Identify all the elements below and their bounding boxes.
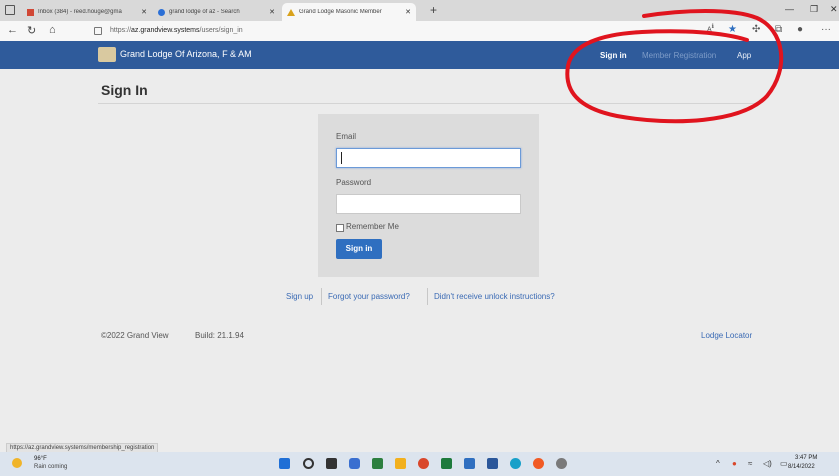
sign-in-button[interactable]: Sign in (336, 239, 382, 259)
url-host: az.grandview.systems (131, 27, 200, 34)
more-icon[interactable]: ··· (821, 24, 831, 35)
lodge-locator-link[interactable]: Lodge Locator (701, 331, 752, 340)
battery-icon[interactable]: ▭ (780, 459, 788, 468)
profile-icon[interactable]: ● (797, 24, 803, 35)
brand-link[interactable]: Grand Lodge Of Arizona, F & AM (120, 49, 252, 59)
restore-icon[interactable]: ❐ (810, 4, 818, 15)
new-tab-icon[interactable]: + (430, 3, 437, 17)
settings-icon[interactable] (556, 458, 567, 469)
sign-up-link[interactable]: Sign up (286, 292, 313, 301)
search-icon (158, 8, 165, 16)
app-icon[interactable] (533, 458, 544, 469)
clock-date[interactable]: 8/14/2022 (788, 464, 815, 470)
excel-icon[interactable] (441, 458, 452, 469)
home-icon[interactable]: ⌂ (49, 24, 56, 36)
tab-inbox[interactable]: Inbox (384) - reed.houge@gma ✕ (22, 3, 152, 21)
text-caret (341, 152, 342, 164)
back-icon[interactable]: ← (7, 24, 18, 36)
volume-icon[interactable]: ◁) (763, 459, 772, 468)
remember-me-checkbox[interactable] (336, 224, 344, 232)
remember-me-label[interactable]: Remember Me (346, 222, 399, 231)
build-text: Build: 21.1.94 (195, 331, 244, 340)
site-favicon (287, 8, 295, 16)
link-separator (321, 288, 322, 305)
red-circle-annotation (565, 9, 784, 124)
url-prefix: https:// (110, 27, 132, 34)
task-view-icon[interactable] (326, 458, 337, 469)
tab-label: grand lodge of az - Search (169, 9, 240, 15)
file-explorer-icon[interactable] (395, 458, 406, 469)
tab-label: Grand Lodge Masonic Member (299, 9, 382, 15)
widgets-icon[interactable] (372, 458, 383, 469)
clock-time[interactable]: 3:47 PM (795, 455, 817, 461)
password-label: Password (336, 178, 372, 187)
weather-icon[interactable] (12, 458, 22, 468)
tray-app-icon[interactable]: ● (732, 459, 737, 468)
close-icon[interactable]: ✕ (269, 8, 275, 16)
masonic-logo-icon (98, 47, 116, 62)
tab-search[interactable]: grand lodge of az - Search ✕ (153, 3, 280, 21)
wifi-icon[interactable]: ≈ (748, 459, 752, 468)
forgot-password-link[interactable]: Forgot your password? (328, 292, 410, 301)
page-title: Sign In (101, 82, 148, 98)
word-icon[interactable] (487, 458, 498, 469)
copyright-text: ©2022 Grand View (101, 331, 169, 340)
close-icon[interactable]: ✕ (405, 8, 411, 16)
tab-grand-lodge[interactable]: Grand Lodge Masonic Member ✕ (282, 3, 416, 21)
windows-taskbar: 96°F Rain coming ^ ● ≈ ◁) ▭ 3:47 PM 8/14… (0, 452, 839, 476)
tab-label: Inbox (384) - reed.houge@gma (38, 9, 122, 15)
tab-actions-icon[interactable] (5, 5, 15, 15)
close-window-icon[interactable]: ✕ (830, 4, 838, 15)
temperature-text[interactable]: 96°F (34, 456, 47, 462)
email-field[interactable] (336, 148, 521, 168)
email-label: Email (336, 132, 357, 141)
chevron-up-icon[interactable]: ^ (716, 459, 720, 468)
gmail-icon (27, 8, 34, 16)
unlock-instructions-link[interactable]: Didn't receive unlock instructions? (434, 292, 555, 301)
close-icon[interactable]: ✕ (141, 8, 147, 16)
lock-icon (94, 26, 102, 35)
office-icon[interactable] (418, 458, 429, 469)
mail-icon[interactable] (464, 458, 475, 469)
password-field[interactable] (336, 194, 521, 214)
refresh-icon[interactable]: ↻ (27, 24, 36, 37)
url-path: /users/sign_in (199, 27, 243, 34)
sign-in-panel: Email Password Remember Me Sign in (318, 114, 539, 277)
chat-icon[interactable] (349, 458, 360, 469)
annotation-stroke (565, 9, 784, 124)
weather-condition-text[interactable]: Rain coming (34, 464, 67, 470)
start-icon[interactable] (279, 458, 290, 469)
edge-icon[interactable] (510, 458, 521, 469)
link-separator (427, 288, 428, 305)
search-icon[interactable] (303, 458, 314, 469)
